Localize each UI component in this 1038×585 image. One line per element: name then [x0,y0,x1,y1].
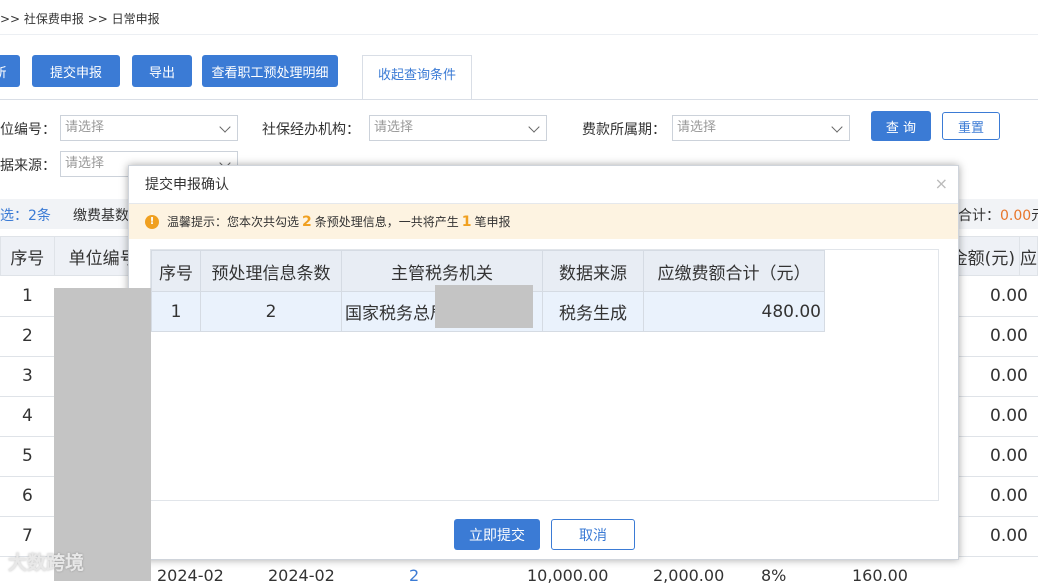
total-amount: 合计：0.00元 [958,205,1038,225]
row-index: 3 [22,366,33,386]
unit-no-select[interactable]: 请选择 [60,115,238,141]
row-amount: 0.00 [990,326,1028,346]
col-header-index: 序号 [0,236,55,276]
view-detail-button[interactable]: 查看职工预处理明细 [202,55,338,87]
row-amount: 0.00 [990,406,1028,426]
export-button[interactable]: 导出 [132,55,192,87]
redaction-block [54,288,151,581]
breadcrumb: >> 社保费申报 >> 日常申报 [0,12,160,26]
row-index: 5 [22,446,33,466]
total-label: 合计： [958,208,1000,224]
warning-count: 2 [302,213,312,230]
total-value: 0.00 [1000,208,1032,224]
warning-suffix: 笔申报 [474,215,511,229]
selected-count: 选：2条 [0,208,51,224]
row-index: 2 [22,326,33,346]
agency-placeholder: 请选择 [374,120,414,135]
period-label: 费款所属期： [582,122,666,138]
row-amount: 0.00 [990,486,1028,506]
submit-now-button[interactable]: 立即提交 [454,519,540,550]
row-amount: 0.00 [990,366,1028,386]
partial-button[interactable]: 所 [0,55,20,87]
dialog-cell-count: 2 [200,291,342,332]
warning-bar: ! 温馨提示：您本次共勾选 2 条预处理信息，一共将产生 1 笔申报 [129,204,958,239]
watermark-logo: 大数跨境 [8,552,85,574]
agency-select[interactable]: 请选择 [369,115,547,141]
source-label: 据来源： [0,158,56,174]
row-amount: 0.00 [990,526,1028,546]
dialog-cell-source: 税务生成 [542,291,644,332]
warning-icon: ! [145,214,159,229]
dialog-col-total: 应缴费额合计（元） [643,250,825,292]
agency-label: 社保经办机构： [262,122,360,138]
period-placeholder: 请选择 [677,120,717,135]
dialog-cell-total: 480.00 [643,291,825,332]
chevron-down-icon [831,121,843,133]
period-select[interactable]: 请选择 [672,115,850,141]
submit-confirm-dialog: 提交申报确认 × ! 温馨提示：您本次共勾选 2 条预处理信息，一共将产生 1 … [128,165,959,560]
chevron-down-icon [528,121,540,133]
tab-collapse-query[interactable]: 收起查询条件 [362,55,472,100]
chevron-down-icon [219,121,231,133]
row-index: 7 [22,526,33,546]
row8-rate: 8% [761,566,787,585]
submit-declaration-button[interactable]: 提交申报 [32,55,120,87]
source-placeholder: 请选择 [65,156,105,171]
total-unit: 元 [1031,208,1038,224]
dialog-cell-index: 1 [151,291,201,332]
tab-divider [0,99,1038,100]
warning-prefix: 温馨提示：您本次共勾选 [167,215,300,229]
row-index: 4 [22,406,33,426]
cancel-button[interactable]: 取消 [551,519,635,550]
row8-count-link[interactable]: 2 [409,566,419,585]
col-header-extra: 应 [1018,236,1038,276]
row8-period-start: 2024-02 [157,566,224,585]
row-amount: 0.00 [990,446,1028,466]
reset-button[interactable]: 重置 [942,112,1000,140]
row8-fee: 2,000.00 [653,566,725,585]
dialog-col-source: 数据来源 [542,250,644,292]
row8-amount: 160.00 [852,566,908,585]
unit-no-placeholder: 请选择 [65,120,105,135]
search-button[interactable]: 查 询 [871,111,931,141]
dialog-col-index: 序号 [151,250,201,292]
unit-no-label: 位编号： [0,122,56,138]
warning-middle: 条预处理信息，一共将产生 [314,215,459,229]
row8-period-end: 2024-02 [268,566,335,585]
base-label: 缴费基数 [73,208,129,224]
dialog-title: 提交申报确认 [129,166,958,204]
row-index: 6 [22,486,33,506]
dialog-col-count: 预处理信息条数 [200,250,342,292]
divider [0,34,1038,35]
redaction-block [435,285,533,328]
close-icon[interactable]: × [935,174,948,193]
row8-base: 10,000.00 [527,566,609,585]
row-amount: 0.00 [990,286,1028,306]
warning-result: 1 [461,213,472,230]
row-index: 1 [22,286,33,306]
